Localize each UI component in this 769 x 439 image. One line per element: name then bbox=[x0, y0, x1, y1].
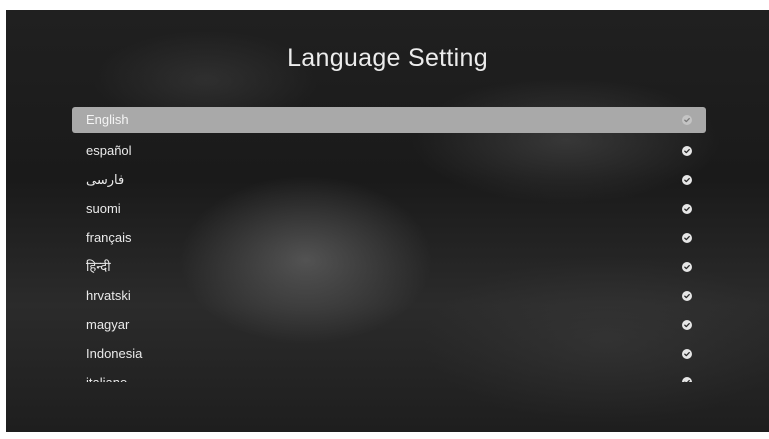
page-title: Language Setting bbox=[287, 44, 488, 72]
language-item-hrvatski[interactable]: hrvatski bbox=[72, 281, 706, 310]
language-label: magyar bbox=[86, 317, 130, 332]
language-item-magyar[interactable]: magyar bbox=[72, 310, 706, 339]
check-circle-icon bbox=[682, 203, 692, 214]
check-circle-icon bbox=[682, 115, 692, 125]
language-label: hrvatski bbox=[86, 288, 131, 303]
language-label: हिन्दी bbox=[86, 259, 111, 274]
language-item-suomi[interactable]: suomi bbox=[72, 194, 706, 223]
check-circle-icon bbox=[682, 290, 692, 301]
language-label: English bbox=[86, 112, 129, 127]
language-label: suomi bbox=[86, 201, 121, 216]
language-item-francais[interactable]: français bbox=[72, 223, 706, 252]
check-circle-icon bbox=[682, 232, 692, 243]
language-label: español bbox=[86, 143, 132, 158]
check-circle-icon bbox=[682, 261, 692, 272]
language-item-espanol[interactable]: español bbox=[72, 136, 706, 165]
language-label: français bbox=[86, 230, 132, 245]
language-item-indonesia[interactable]: Indonesia bbox=[72, 339, 706, 368]
check-circle-icon bbox=[682, 145, 692, 156]
language-item-english[interactable]: English bbox=[72, 107, 706, 133]
check-circle-icon bbox=[682, 377, 692, 382]
language-item-italiano[interactable]: italiano bbox=[72, 368, 706, 382]
language-label: فارسی bbox=[86, 172, 125, 187]
tv-screen: Language Setting English español فارسی s… bbox=[6, 10, 769, 432]
language-label: italiano bbox=[86, 375, 127, 382]
language-item-farsi[interactable]: فارسی bbox=[72, 165, 706, 194]
language-item-hindi[interactable]: हिन्दी bbox=[72, 252, 706, 281]
language-label: Indonesia bbox=[86, 346, 143, 361]
language-list[interactable]: English español فارسی suomi français हिन… bbox=[72, 107, 706, 397]
check-circle-icon bbox=[682, 348, 692, 359]
check-circle-icon bbox=[682, 174, 692, 185]
check-circle-icon bbox=[682, 319, 692, 330]
